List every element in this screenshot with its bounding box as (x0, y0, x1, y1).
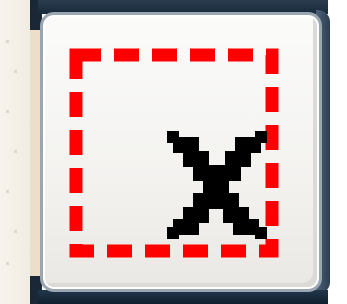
clear-selection-icon (69, 48, 279, 258)
clear-selection-button[interactable] (40, 12, 322, 292)
frame-bottom-edge (38, 290, 328, 304)
toolbar-left-edge (0, 0, 30, 304)
toolbar-fragment (0, 0, 347, 304)
x-mark (167, 131, 267, 239)
